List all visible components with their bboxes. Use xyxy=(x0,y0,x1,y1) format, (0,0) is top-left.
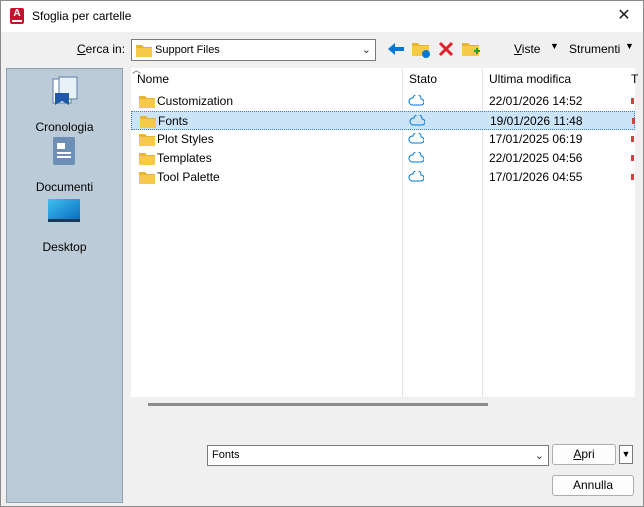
file-modified: 17/01/2026 04:55 xyxy=(489,170,583,184)
file-name: Tool Palette xyxy=(157,170,220,184)
place-documents[interactable]: Documenti xyxy=(7,135,122,194)
horizontal-scrollbar[interactable] xyxy=(148,403,488,406)
folder-icon xyxy=(139,134,155,146)
cloud-icon xyxy=(408,171,424,182)
place-label: Desktop xyxy=(42,240,87,254)
column-header-name[interactable]: Nome xyxy=(137,72,169,86)
file-row[interactable]: Plot Styles 17/01/2025 06:19 xyxy=(131,130,635,149)
desktop-icon xyxy=(48,199,80,222)
file-row[interactable]: Tool Palette 17/01/2026 04:55 xyxy=(131,168,635,187)
file-name: Templates xyxy=(157,151,212,165)
look-in-combobox[interactable]: Support Files ⌄ xyxy=(131,39,376,61)
views-dropdown-arrow[interactable]: ▼ xyxy=(550,41,559,51)
title-bar: A Sfoglia per cartelle ✕ xyxy=(1,1,643,32)
chevron-down-icon: ⌄ xyxy=(534,450,544,462)
status-marker xyxy=(631,98,634,104)
file-row[interactable]: Templates 22/01/2025 04:56 xyxy=(131,149,635,168)
column-header-status[interactable]: Stato xyxy=(409,72,437,86)
window-title: Sfoglia per cartelle xyxy=(32,9,132,23)
folder-icon xyxy=(136,45,152,57)
file-modified: 22/01/2025 04:56 xyxy=(489,151,583,165)
sort-ascending-icon: ︿ xyxy=(132,65,142,75)
column-header-more[interactable]: T xyxy=(631,72,638,86)
history-icon xyxy=(52,76,78,105)
file-name: Customization xyxy=(157,94,234,108)
place-history[interactable]: Cronologia xyxy=(7,75,122,134)
column-header-modified[interactable]: Ultima modifica xyxy=(489,72,571,86)
file-name: Fonts xyxy=(158,114,189,128)
folder-icon xyxy=(139,153,155,165)
cancel-button[interactable]: Annulla xyxy=(552,475,634,496)
up-folder-icon[interactable] xyxy=(410,39,432,59)
place-label: Cronologia xyxy=(35,120,94,134)
chevron-down-icon: ⌄ xyxy=(361,44,371,56)
open-button[interactable]: Apri xyxy=(552,444,616,465)
file-modified: 19/01/2026 11:48 xyxy=(490,114,583,128)
look-in-label: Cerca in: xyxy=(77,42,126,56)
cloud-icon xyxy=(408,95,424,106)
back-arrow-icon[interactable] xyxy=(385,39,407,59)
folder-icon xyxy=(139,172,155,184)
new-folder-icon[interactable] xyxy=(460,39,482,59)
file-row[interactable]: Customization 22/01/2026 14:52 xyxy=(131,92,635,111)
folder-name-value: Fonts xyxy=(212,449,240,461)
place-label: Documenti xyxy=(35,180,94,194)
file-name: Plot Styles xyxy=(157,132,214,146)
status-marker xyxy=(631,136,634,142)
status-marker xyxy=(632,118,635,124)
views-menu[interactable]: Viste xyxy=(514,42,540,56)
file-modified: 17/01/2025 06:19 xyxy=(489,132,583,146)
folder-icon xyxy=(140,116,156,128)
tools-menu[interactable]: Strumenti xyxy=(569,42,620,56)
folder-icon xyxy=(139,96,155,108)
autocad-app-icon: A xyxy=(10,8,24,24)
look-in-value: Support Files xyxy=(155,44,220,56)
cloud-icon xyxy=(408,133,424,144)
file-list[interactable]: Nome Stato Ultima modifica T Customizati… xyxy=(131,68,638,397)
file-modified: 22/01/2026 14:52 xyxy=(489,94,583,108)
places-bar: Cronologia Documenti Desktop xyxy=(6,68,123,503)
place-desktop[interactable]: Desktop xyxy=(7,195,122,254)
status-marker xyxy=(631,155,634,161)
cloud-icon xyxy=(409,115,425,126)
documents-icon xyxy=(53,137,75,165)
cloud-icon xyxy=(408,152,424,163)
browse-folders-dialog: A Sfoglia per cartelle ✕ Cerca in: Suppo… xyxy=(0,0,644,507)
folder-name-combobox[interactable]: Fonts ⌄ xyxy=(207,445,549,466)
file-row-selected[interactable]: Fonts 19/01/2026 11:48 xyxy=(131,111,635,130)
close-icon[interactable]: ✕ xyxy=(611,3,637,29)
delete-icon[interactable] xyxy=(435,39,457,59)
open-options-dropdown[interactable]: ▼ xyxy=(619,445,633,464)
tools-dropdown-arrow[interactable]: ▼ xyxy=(625,41,634,51)
status-marker xyxy=(631,174,634,180)
